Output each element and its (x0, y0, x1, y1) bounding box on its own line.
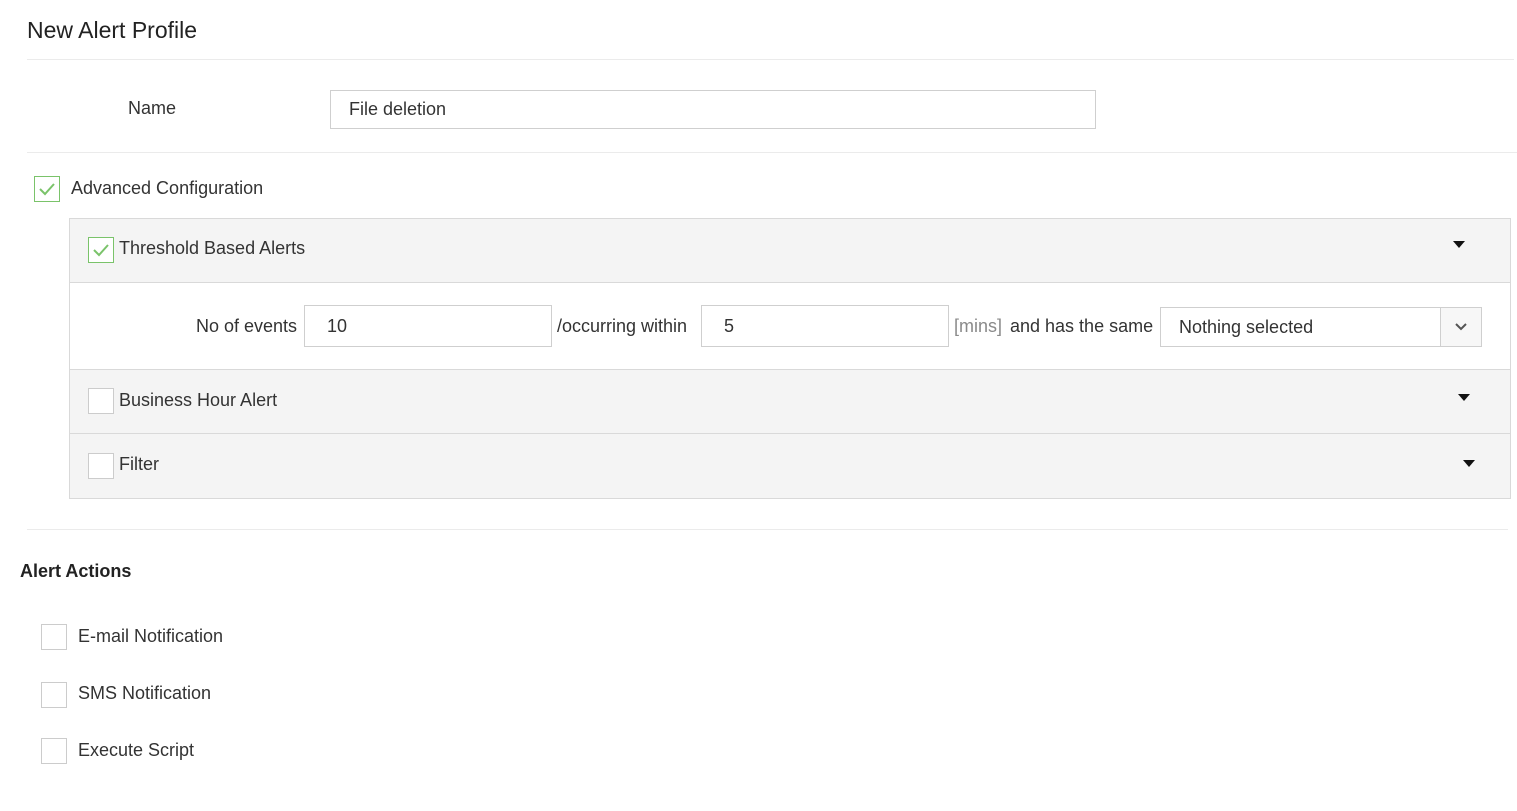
select-toggle-button[interactable] (1440, 308, 1481, 346)
sms-notification-checkbox[interactable] (41, 682, 67, 708)
sms-notification-label: SMS Notification (78, 683, 212, 703)
name-label: Name (128, 98, 177, 118)
check-icon (39, 183, 55, 196)
same-label: and has the same (1010, 316, 1154, 336)
occurring-label: /occurring within (557, 316, 688, 336)
threshold-checkbox[interactable] (88, 237, 114, 263)
advanced-config-label: Advanced Configuration (71, 178, 264, 198)
business-hour-checkbox[interactable] (88, 388, 114, 414)
config-divider (27, 529, 1508, 530)
check-icon (93, 244, 109, 257)
occurring-input[interactable] (701, 305, 949, 347)
execute-script-checkbox[interactable] (41, 738, 67, 764)
advanced-config-checkbox[interactable] (34, 176, 60, 202)
chevron-down-icon (1455, 323, 1467, 331)
page-title: New Alert Profile (27, 17, 198, 43)
same-field-select-value: Nothing selected (1179, 317, 1314, 337)
business-hour-label: Business Hour Alert (119, 390, 278, 410)
same-field-select[interactable]: Nothing selected (1160, 307, 1482, 347)
name-divider (27, 152, 1517, 153)
business-hour-panel-header[interactable] (69, 369, 1511, 435)
mins-unit-label: [mins] (954, 316, 1003, 336)
email-notification-label: E-mail Notification (78, 626, 224, 646)
execute-script-label: Execute Script (78, 740, 195, 760)
alert-actions-title: Alert Actions (20, 561, 132, 581)
name-input[interactable] (330, 90, 1096, 129)
filter-panel-header[interactable] (69, 433, 1511, 499)
email-notification-checkbox[interactable] (41, 624, 67, 650)
filter-label: Filter (119, 454, 159, 474)
business-hour-expand-caret-icon[interactable] (1458, 394, 1470, 401)
title-divider (27, 59, 1514, 60)
events-input[interactable] (304, 305, 552, 347)
events-label: No of events (196, 316, 298, 336)
filter-checkbox[interactable] (88, 453, 114, 479)
threshold-expand-caret-icon[interactable] (1453, 241, 1465, 248)
threshold-label: Threshold Based Alerts (119, 238, 306, 258)
filter-expand-caret-icon[interactable] (1463, 460, 1475, 467)
